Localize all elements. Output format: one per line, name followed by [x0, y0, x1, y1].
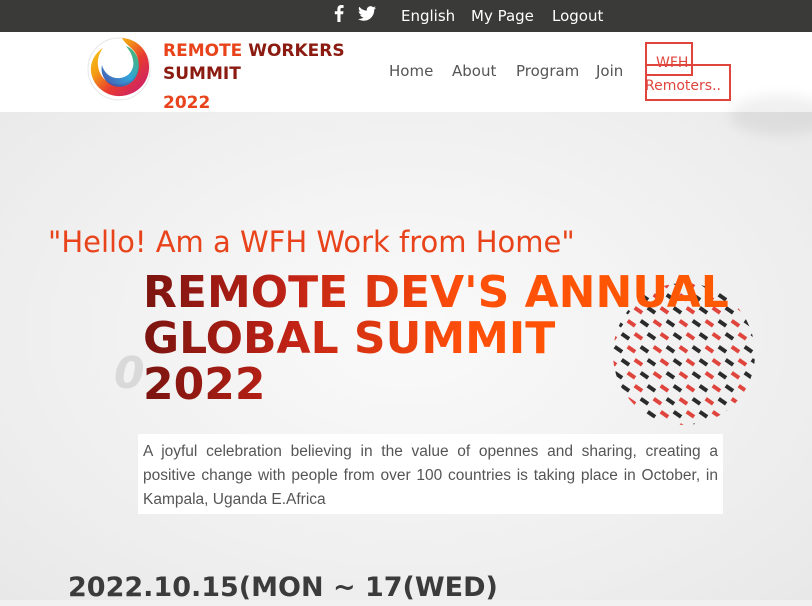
pattern-dash: [717, 423, 728, 425]
headline-line-1: REMOTE DEV'S ANNUAL: [143, 267, 729, 318]
language-link[interactable]: English: [401, 6, 455, 26]
pattern-dash: [652, 423, 663, 425]
pattern-dash: [737, 384, 748, 393]
social-icons: [334, 5, 376, 27]
pattern-dash: [750, 306, 755, 315]
pattern-dash: [750, 358, 755, 367]
pattern-dash: [743, 397, 754, 406]
pattern-dash: [743, 345, 754, 354]
brand-workers: WORKERS: [248, 41, 345, 61]
twitter-icon[interactable]: [358, 6, 376, 26]
pattern-dash: [743, 371, 754, 380]
pattern-dash: [730, 319, 741, 328]
event-date: 2022.10.15(MON ~ 17(WED): [68, 572, 498, 603]
pattern-dash: [737, 358, 748, 367]
my-page-link[interactable]: My Page: [471, 6, 534, 26]
pattern-dash: [633, 410, 644, 419]
pattern-dash: [730, 293, 741, 302]
pattern-dash: [750, 332, 755, 341]
logout-link[interactable]: Logout: [552, 6, 603, 26]
hero-headline: REMOTE DEV'S ANNUAL GLOBAL SUMMIT 2022: [143, 270, 729, 408]
summit-logo[interactable]: [86, 32, 154, 102]
pattern-dash: [659, 410, 670, 419]
pattern-dash: [730, 423, 741, 425]
brand-remote: REMOTE: [163, 41, 243, 61]
pattern-dash: [639, 423, 650, 425]
nav-join[interactable]: Join: [596, 61, 623, 81]
headline-line-3: 2022: [143, 362, 729, 408]
pattern-dash: [711, 410, 722, 419]
pattern-dash: [737, 283, 748, 289]
pattern-dash: [750, 283, 755, 289]
brand-summit: SUMMIT: [163, 64, 241, 84]
pattern-dash: [672, 410, 683, 419]
zero-decoration: 0: [114, 348, 145, 399]
pattern-dash: [724, 410, 735, 419]
pattern-dash: [737, 306, 748, 315]
top-bar: English My Page Logout: [0, 0, 812, 32]
pattern-dash: [737, 410, 748, 419]
brand-name[interactable]: REMOTE WORKERS SUMMIT 2022: [163, 40, 345, 113]
pattern-dash: [691, 423, 702, 425]
nav-home[interactable]: Home: [389, 61, 433, 81]
nav-about[interactable]: About: [452, 61, 496, 81]
pattern-dash: [685, 410, 696, 419]
pattern-dash: [737, 332, 748, 341]
pattern-dash: [730, 397, 741, 406]
pattern-dash: [613, 423, 624, 425]
pattern-dash: [743, 319, 754, 328]
pattern-dash: [698, 410, 709, 419]
wfh-label: WFH: [656, 55, 689, 71]
pattern-dash: [646, 410, 657, 419]
hero-description-box: A joyful celebration believing in the va…: [138, 434, 723, 514]
brand-year: 2022: [163, 93, 211, 113]
pattern-dash: [678, 423, 689, 425]
pattern-dash: [613, 410, 618, 419]
pattern-dash: [743, 293, 754, 302]
pattern-dash: [743, 423, 754, 425]
pattern-dash: [626, 423, 637, 425]
pattern-dash: [730, 371, 741, 380]
hero-description: A joyful celebration believing in the va…: [143, 443, 718, 508]
pattern-dash: [730, 345, 741, 354]
pattern-dash: [704, 423, 715, 425]
wfh-remoters-button[interactable]: WFH Remoters..: [645, 52, 731, 98]
pattern-dash: [750, 384, 755, 393]
facebook-icon[interactable]: [334, 5, 344, 27]
hero-greeting: "Hello! Am a WFH Work from Home": [48, 225, 575, 259]
pattern-dash: [620, 410, 631, 419]
headline-line-2: GLOBAL SUMMIT: [143, 316, 729, 362]
pattern-dash: [665, 423, 676, 425]
remoters-label: Remoters..: [645, 78, 721, 94]
nav-program[interactable]: Program: [516, 61, 579, 81]
pattern-dash: [750, 410, 755, 419]
